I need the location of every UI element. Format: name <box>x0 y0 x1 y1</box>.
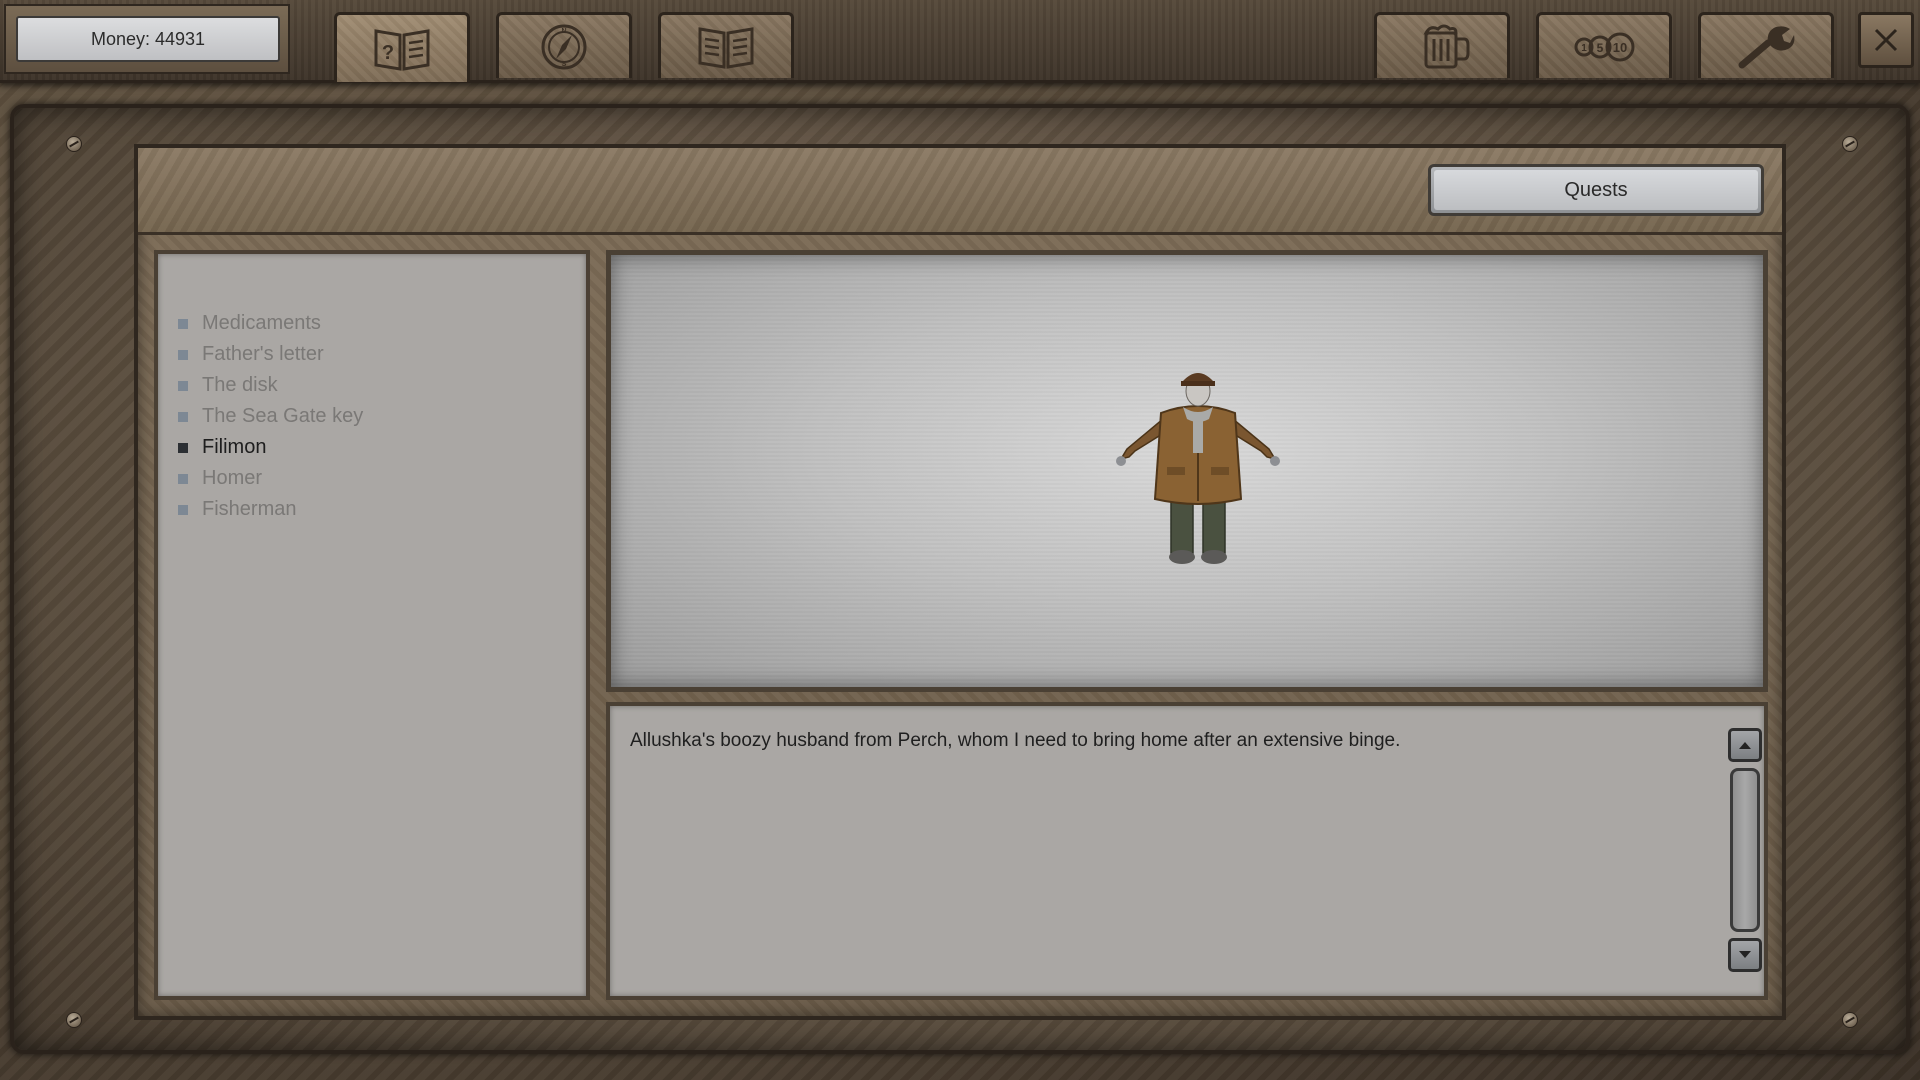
tab-tavern[interactable] <box>1374 12 1510 78</box>
arrow-down-icon <box>1739 951 1751 958</box>
svg-text:5: 5 <box>1597 41 1604 55</box>
quest-entry[interactable]: Filimon <box>178 432 363 463</box>
bullet-icon <box>178 318 188 329</box>
bullet-icon <box>178 349 188 360</box>
open-book-icon <box>698 26 754 69</box>
tab-map[interactable]: N S <box>496 12 632 78</box>
quest-entry-label: Homer <box>202 467 263 489</box>
quest-entry-label: Father's letter <box>202 343 324 365</box>
character-viewer <box>606 250 1768 692</box>
svg-text:N: N <box>561 28 566 35</box>
quest-entry-label: The disk <box>202 374 278 396</box>
quest-entry[interactable]: The Sea Gate key <box>178 401 363 432</box>
tab-settings[interactable] <box>1698 12 1834 78</box>
compass-map-icon: N S <box>541 24 587 69</box>
bullet-icon <box>178 442 188 453</box>
quests-category-button[interactable]: Quests <box>1428 164 1764 216</box>
quest-entries: Medicaments Father's letter The disk The Se… <box>178 308 363 525</box>
quest-entry-label: Medicaments <box>202 312 321 334</box>
quest-entry-label: Fisherman <box>202 498 297 520</box>
svg-text:S: S <box>562 61 567 68</box>
svg-text:?: ? <box>382 42 394 64</box>
tab-encyclopedia[interactable] <box>658 12 794 78</box>
quest-entry-label: Filimon <box>202 436 267 458</box>
quests-button-label: Quests <box>1434 170 1758 210</box>
bullet-icon <box>178 473 188 484</box>
bullet-icon <box>178 411 188 422</box>
screw-decoration <box>1842 1012 1858 1028</box>
bullet-icon <box>178 504 188 515</box>
bullet-icon <box>178 380 188 391</box>
quest-description-panel: Allushka's boozy husband from Perch, who… <box>606 702 1768 1000</box>
screw-decoration <box>1842 136 1858 152</box>
scroll-up-button[interactable] <box>1728 728 1762 762</box>
arrow-up-icon <box>1739 742 1751 749</box>
quest-entry-label: The Sea Gate key <box>202 405 364 427</box>
money-display: Money: 44931 <box>4 4 290 74</box>
screw-decoration <box>66 1012 82 1028</box>
quest-journal-icon: ? <box>374 28 430 71</box>
scrollbar-track[interactable] <box>1730 768 1760 932</box>
tab-trade[interactable]: 1 5 10 <box>1536 12 1672 78</box>
close-icon <box>1874 28 1898 52</box>
scroll-down-button[interactable] <box>1728 938 1762 972</box>
close-button[interactable] <box>1858 12 1914 68</box>
svg-text:10: 10 <box>1613 40 1627 55</box>
quest-entry[interactable]: Fisherman <box>178 494 363 525</box>
quest-entry[interactable]: Father's letter <box>178 339 363 370</box>
quest-entry[interactable]: The disk <box>178 370 363 401</box>
beer-mug-icon <box>1423 24 1470 68</box>
quest-entry[interactable]: Homer <box>178 463 363 494</box>
character-model <box>1116 373 1280 564</box>
wrench-icon <box>1738 25 1795 68</box>
svg-text:1: 1 <box>1581 43 1587 54</box>
quest-entry[interactable]: Medicaments <box>178 308 363 339</box>
quest-list: Medicaments Father's letter The disk The Se… <box>154 250 590 1000</box>
quest-description: Allushka's boozy husband from Perch, who… <box>630 730 1401 751</box>
top-bar: Money: 44931 ? N S 1 5 10 <box>0 0 1920 83</box>
screw-decoration <box>66 136 82 152</box>
money-label: Money: 44931 <box>16 16 280 62</box>
coins-icon: 1 5 10 <box>1574 32 1635 61</box>
tab-quest-journal[interactable]: ? <box>334 12 470 82</box>
